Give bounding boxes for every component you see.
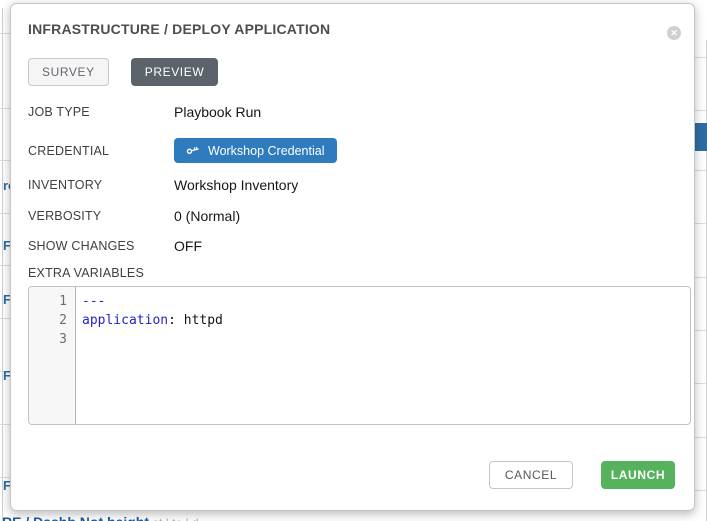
- background-row-line: [695, 330, 706, 331]
- background-row-line: [695, 110, 706, 111]
- background-row-line: [695, 490, 706, 491]
- show-changes-value: OFF: [174, 238, 202, 254]
- inventory-label: INVENTORY: [28, 178, 174, 192]
- background-row-line: [695, 223, 706, 224]
- code-line-2: application: httpd: [82, 311, 690, 330]
- background-highlighted-cell: [695, 123, 707, 151]
- key-icon: [186, 144, 199, 157]
- deploy-application-modal: INFRASTRUCTURE / DEPLOY APPLICATION ✕ SU…: [10, 3, 695, 511]
- tab-preview[interactable]: PREVIEW: [131, 58, 219, 86]
- verbosity-label: VERBOSITY: [28, 209, 174, 223]
- extra-variables-editor[interactable]: 1 2 3 ---application: httpd​: [28, 286, 691, 425]
- background-row-line: [695, 57, 706, 58]
- background-row-line: [0, 424, 10, 425]
- verbosity-value: 0 (Normal): [174, 208, 240, 224]
- credential-chip-label: Workshop Credential: [208, 144, 325, 158]
- job-type-label: JOB TYPE: [28, 105, 174, 119]
- background-row-line: [695, 383, 706, 384]
- background-row-line: [0, 33, 10, 34]
- tab-bar: SURVEY PREVIEW: [28, 58, 677, 86]
- job-details: JOB TYPE Playbook Run CREDENTIAL Worksho…: [28, 104, 677, 425]
- tab-survey-label: SURVEY: [42, 65, 95, 79]
- background-row-line: [0, 265, 10, 266]
- background-row-line: [695, 170, 706, 171]
- inventory-value: Workshop Inventory: [174, 177, 298, 193]
- background-row-line: [0, 318, 10, 319]
- editor-line-number-gutter: 1 2 3: [29, 287, 76, 424]
- credential-chip[interactable]: Workshop Credential: [174, 138, 337, 163]
- line-number: 3: [29, 330, 67, 349]
- tab-survey[interactable]: SURVEY: [28, 58, 109, 86]
- extra-variables-label: EXTRA VARIABLES: [28, 266, 677, 280]
- launch-button[interactable]: LAUNCH: [601, 461, 675, 489]
- field-row-credential: CREDENTIAL Workshop Credential: [28, 138, 677, 163]
- code-line-1: ---: [82, 292, 690, 311]
- cancel-button-label: CANCEL: [505, 468, 557, 482]
- launch-button-label: LAUNCH: [611, 468, 665, 482]
- editor-code-area[interactable]: ---application: httpd​: [76, 287, 690, 424]
- code-line-3: ​: [82, 330, 690, 349]
- background-row-line: [695, 437, 706, 438]
- background-clipped-text: RE / Dashb Not height at | te | d: [2, 514, 422, 521]
- field-row-job-type: JOB TYPE Playbook Run: [28, 104, 677, 120]
- cancel-button[interactable]: CANCEL: [489, 461, 573, 489]
- line-number: 2: [29, 311, 67, 330]
- tab-preview-label: PREVIEW: [145, 65, 205, 79]
- field-row-verbosity: VERBOSITY 0 (Normal): [28, 208, 677, 224]
- field-row-show-changes: SHOW CHANGES OFF: [28, 238, 677, 254]
- show-changes-label: SHOW CHANGES: [28, 239, 174, 253]
- job-type-value: Playbook Run: [174, 104, 261, 120]
- modal-footer: CANCEL LAUNCH: [489, 461, 675, 489]
- background-row-line: [0, 108, 10, 109]
- modal-title: INFRASTRUCTURE / DEPLOY APPLICATION: [28, 21, 677, 38]
- credential-label: CREDENTIAL: [28, 144, 174, 158]
- background-row-line: [695, 277, 706, 278]
- background-row-line: [0, 213, 10, 214]
- field-row-inventory: INVENTORY Workshop Inventory: [28, 177, 677, 193]
- line-number: 1: [29, 292, 67, 311]
- close-icon[interactable]: ✕: [667, 26, 681, 40]
- background-row-line: [0, 160, 10, 161]
